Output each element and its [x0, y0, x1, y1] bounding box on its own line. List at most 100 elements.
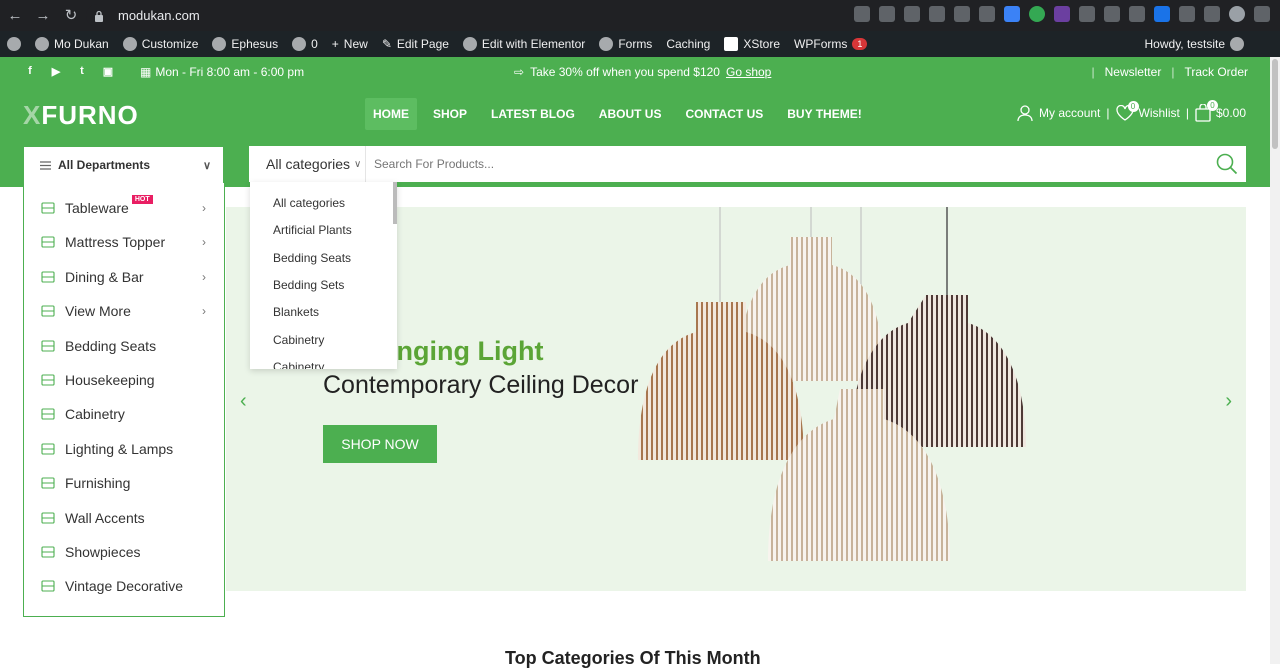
nav-about-us[interactable]: ABOUT US — [591, 98, 670, 130]
category-item[interactable]: Lighting & Lamps — [24, 432, 224, 466]
furnishing-icon — [41, 477, 55, 489]
share-icon[interactable] — [854, 6, 870, 22]
chevron-right-icon: › — [202, 201, 206, 215]
new-button[interactable]: + New — [325, 31, 375, 57]
youtube-icon[interactable]: ▶ — [50, 65, 62, 78]
dropdown-option[interactable]: All categories — [273, 196, 345, 210]
extension-icon[interactable] — [904, 6, 920, 22]
brush-icon — [122, 37, 137, 51]
search-icon[interactable] — [1216, 153, 1238, 175]
go-shop-link[interactable]: Go shop — [726, 65, 771, 79]
cart-total: $0.00 — [1215, 106, 1246, 120]
sidebar-icon[interactable] — [1204, 6, 1220, 22]
dropdown-scrollbar[interactable] — [393, 182, 397, 224]
comments-button[interactable]: 0 — [285, 31, 325, 57]
category-item[interactable]: Mattress Topper › — [24, 225, 224, 259]
instagram-icon[interactable]: ▣ — [102, 65, 114, 78]
wishlist-link[interactable]: 0 Wishlist — [1115, 101, 1180, 121]
extension-icon[interactable] — [1054, 6, 1070, 22]
extension-icon[interactable] — [979, 6, 995, 22]
dropdown-option[interactable]: Bedding Sets — [273, 278, 344, 292]
puzzle-icon[interactable] — [1179, 6, 1195, 22]
all-departments-toggle[interactable]: All Departments ∨ — [23, 146, 224, 184]
showpiece-icon — [41, 546, 55, 558]
avatar[interactable] — [1229, 6, 1245, 22]
forward-icon[interactable]: → — [36, 7, 51, 23]
facebook-icon[interactable]: f — [24, 65, 36, 77]
my-account-link[interactable]: My account — [1016, 104, 1100, 122]
category-item[interactable]: Bedding Seats — [24, 329, 224, 363]
category-item[interactable]: TablewareHOT › — [24, 191, 224, 225]
category-label: Wall Accents — [65, 510, 145, 526]
opening-hours: ▦ Mon - Fri 8:00 am - 6:00 pm — [140, 65, 304, 79]
extension-icon[interactable] — [929, 6, 945, 22]
nav-contact-us[interactable]: CONTACT US — [677, 98, 771, 130]
extension-icon[interactable] — [1129, 6, 1145, 22]
caching-button[interactable]: Caching — [659, 31, 717, 57]
hot-badge: HOT — [131, 195, 153, 204]
dropdown-option[interactable]: Artificial Plants — [273, 223, 352, 237]
slider-prev-icon[interactable]: ‹ — [240, 390, 247, 413]
category-item[interactable]: Housekeeping — [24, 363, 224, 397]
category-item[interactable]: Cabinetry — [24, 397, 224, 431]
scrollbar-thumb[interactable] — [1272, 59, 1278, 149]
category-item[interactable]: Showpieces — [24, 535, 224, 569]
dropdown-option[interactable]: Cabinetry — [273, 333, 324, 347]
hours-text: Mon - Fri 8:00 am - 6:00 pm — [155, 65, 305, 79]
extension-icon[interactable] — [1004, 6, 1020, 22]
category-item[interactable]: Furnishing — [24, 466, 224, 500]
search-icon[interactable] — [1254, 6, 1270, 22]
back-icon[interactable]: ← — [8, 7, 23, 23]
departments-menu: TablewareHOT › Mattress Topper › Dining & Ba… — [23, 183, 225, 617]
forms-button[interactable]: Forms — [592, 31, 659, 57]
nav-shop[interactable]: SHOP — [425, 98, 475, 130]
category-name: Showpieces — [65, 544, 141, 560]
slider-next-icon[interactable]: › — [1225, 390, 1232, 413]
reload-icon[interactable]: ↻ — [64, 7, 78, 23]
category-item[interactable]: Vintage Decorative — [24, 569, 224, 603]
customize-label: Customize — [141, 37, 199, 51]
star-icon[interactable] — [879, 6, 895, 22]
dropdown-option[interactable]: Cabinetry — [273, 360, 324, 369]
wordpress-logo-button[interactable] — [0, 31, 28, 57]
hero-subtitle: Contemporary Ceiling Decor — [323, 371, 639, 399]
shop-now-button[interactable]: SHOP NOW — [323, 425, 437, 463]
extension-icon[interactable] — [1154, 6, 1170, 22]
edit-page-button[interactable]: ✎ Edit Page — [375, 31, 456, 57]
nav-latest-blog[interactable]: LATEST BLOG — [483, 98, 583, 130]
promo-text: Take 30% off when you spend $120 — [530, 65, 720, 79]
dropdown-option[interactable]: Blankets — [273, 305, 319, 319]
customize-button[interactable]: Customize — [116, 31, 206, 57]
category-item[interactable]: Wall Accents — [24, 501, 224, 535]
chevron-down-icon: ∨ — [354, 158, 362, 170]
track-order-link[interactable]: Track Order — [1184, 65, 1248, 79]
category-select[interactable]: All categories ∨ — [249, 146, 366, 182]
extension-icon[interactable] — [1104, 6, 1120, 22]
nav-home[interactable]: HOME — [365, 98, 417, 130]
extension-icon[interactable] — [1029, 6, 1045, 22]
divider: | — [1106, 106, 1110, 120]
site-header: XFURNO HOME SHOP LATEST BLOG ABOUT US CO… — [0, 86, 1270, 141]
extension-icon[interactable] — [954, 6, 970, 22]
cart-count: 0 — [1206, 100, 1218, 111]
address-bar[interactable]: modukan.com — [86, 4, 898, 27]
elementor-button[interactable]: Edit with Elementor — [456, 31, 592, 57]
howdy-menu[interactable]: Howdy, testsite — [1138, 31, 1280, 57]
site-logo[interactable]: XFURNO — [23, 100, 139, 131]
category-item[interactable]: View More › — [24, 294, 224, 328]
extensions-area — [854, 6, 1270, 22]
xstore-button[interactable]: XStore — [717, 31, 787, 57]
nav-buy-theme[interactable]: BUY THEME! — [779, 98, 869, 130]
twitter-icon[interactable]: t — [76, 65, 88, 77]
site-name-button[interactable]: Mo Dukan — [28, 31, 116, 57]
search-input[interactable] — [366, 149, 1186, 179]
theme-button[interactable]: Ephesus — [205, 31, 285, 57]
extension-icon[interactable] — [1079, 6, 1095, 22]
wpforms-button[interactable]: WPForms 1 — [787, 31, 874, 57]
category-item[interactable]: Dining & Bar › — [24, 260, 224, 294]
search-form: All categories ∨ — [249, 146, 1246, 182]
newsletter-link[interactable]: Newsletter — [1105, 65, 1162, 79]
cart-link[interactable]: 0 $0.00 — [1195, 100, 1246, 122]
dropdown-option[interactable]: Bedding Seats — [273, 251, 351, 265]
page-scrollbar[interactable] — [1270, 57, 1280, 664]
